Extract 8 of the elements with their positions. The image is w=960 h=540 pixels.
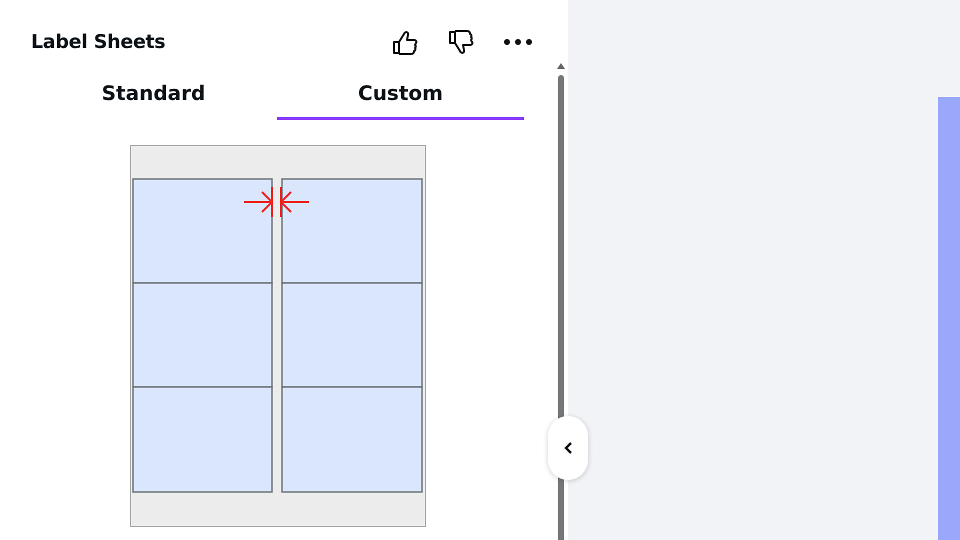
chevron-left-icon: [563, 441, 573, 455]
thumbs-up-icon[interactable]: [391, 28, 419, 56]
panel-title: Label Sheets: [31, 31, 166, 53]
collapse-panel-button[interactable]: [548, 416, 588, 480]
tab[interactable]: Standard: [30, 68, 277, 120]
tab[interactable]: Custom: [277, 68, 524, 120]
more-options-icon[interactable]: [503, 38, 533, 46]
thumbs-down-icon[interactable]: [447, 28, 475, 56]
